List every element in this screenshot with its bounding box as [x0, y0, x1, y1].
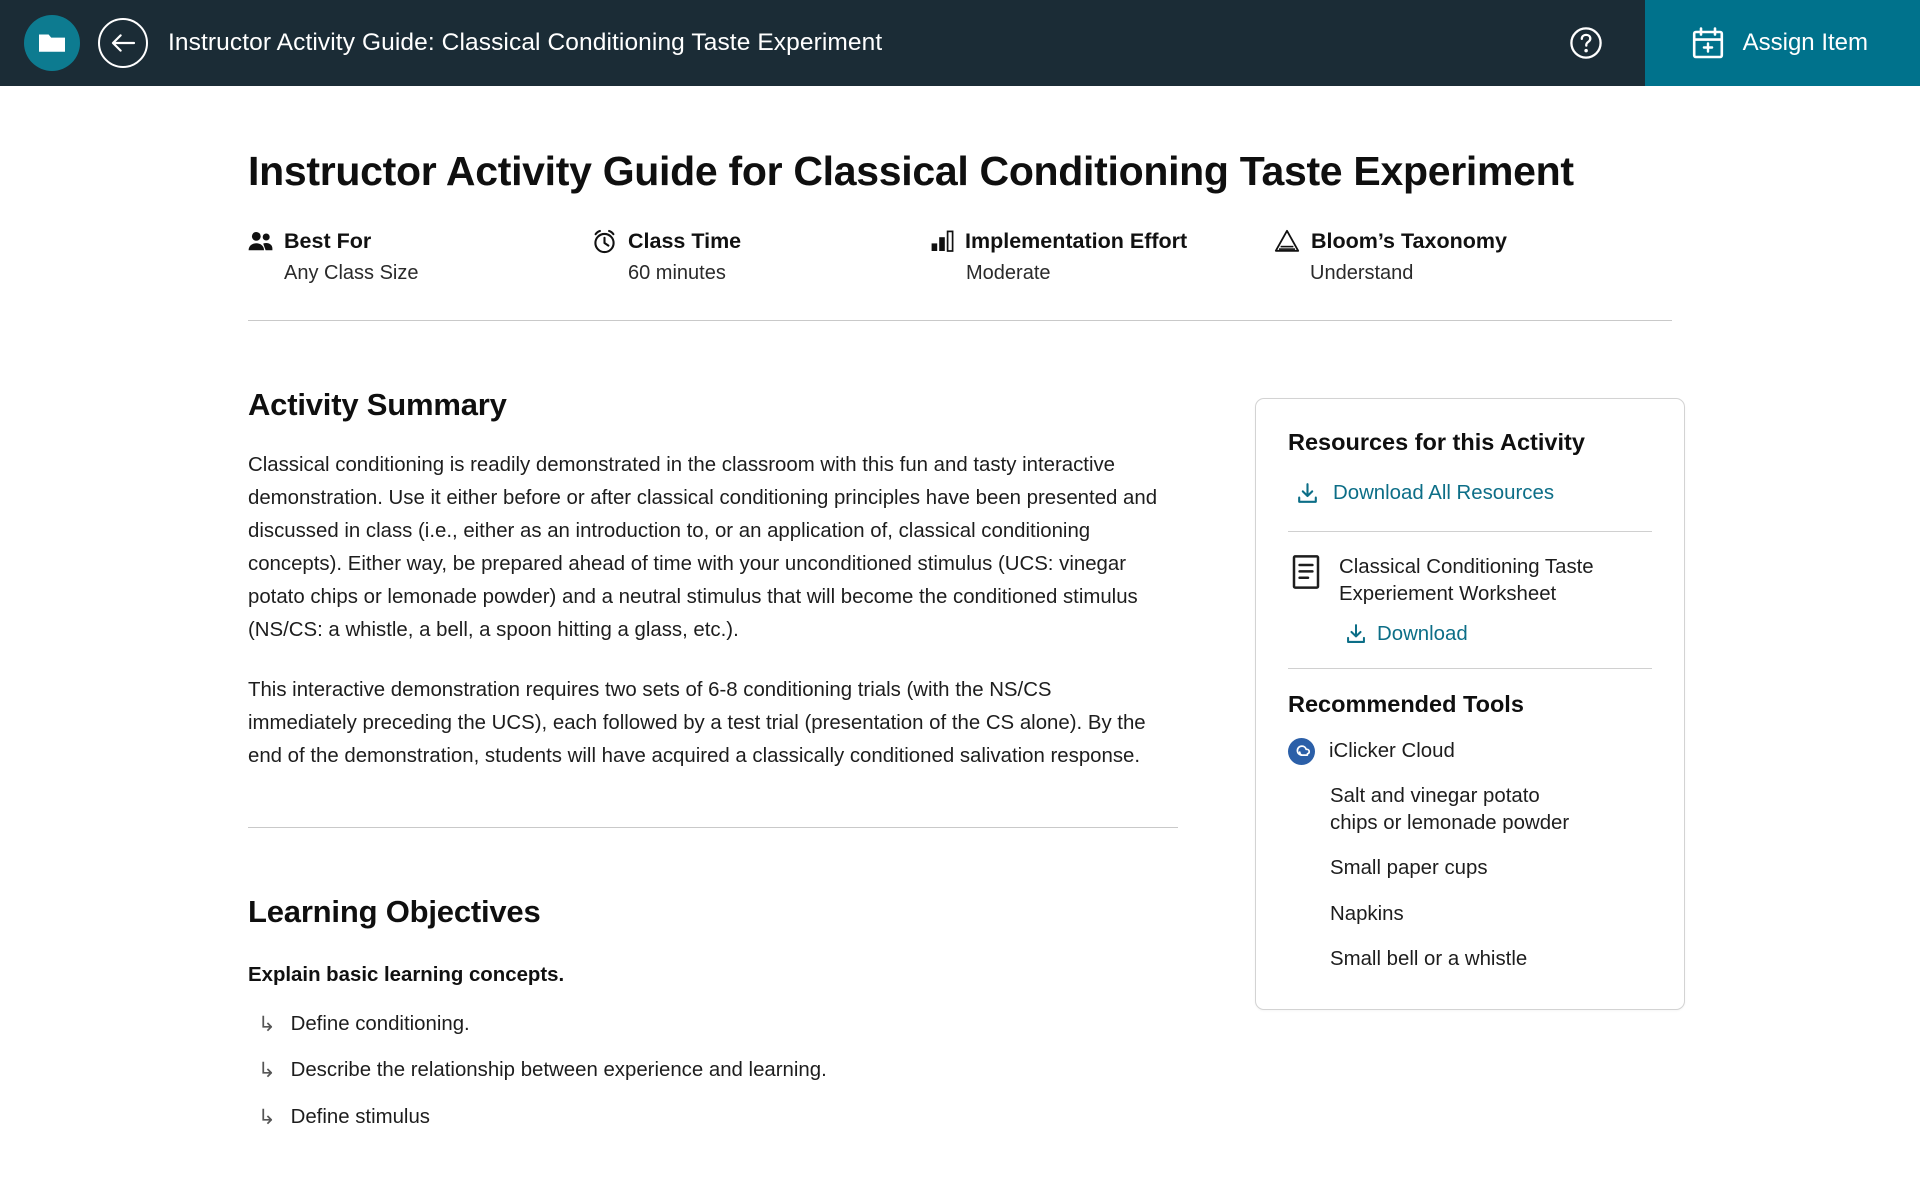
- page-body: Instructor Activity Guide for Classical …: [0, 148, 1920, 1141]
- cloud-icon: [1288, 737, 1315, 765]
- activity-summary-heading: Activity Summary: [248, 386, 507, 422]
- meta-blooms-taxonomy: Bloom’s Taxonomy Understand: [1274, 229, 1574, 285]
- list-item: Small bell or a whistle: [1330, 947, 1528, 970]
- calendar-plus-icon: [1691, 26, 1725, 60]
- tool-item-iclicker-cloud[interactable]: iClicker Cloud: [1288, 737, 1652, 765]
- resource-item: Classical Conditioning Taste Experiement…: [1288, 554, 1652, 609]
- tool-name: iClicker Cloud: [1329, 739, 1455, 762]
- header-left-group: Instructor Activity Guide: Classical Con…: [0, 0, 1527, 86]
- card-divider: [1288, 530, 1652, 532]
- back-button[interactable]: [98, 18, 148, 68]
- list-item: ↳ Define stimulus: [248, 1094, 1163, 1141]
- card-divider: [1288, 667, 1652, 669]
- list-item: Salt and vinegar potato chips or lemonad…: [1330, 784, 1570, 834]
- activity-summary-paragraph-2: This interactive demonstration requires …: [248, 679, 1146, 768]
- meta-value: Moderate: [966, 261, 1051, 284]
- pyramid-icon: [1274, 229, 1300, 253]
- app-header: Instructor Activity Guide: Classical Con…: [0, 0, 1920, 86]
- meta-value: Any Class Size: [284, 261, 419, 284]
- objective-group-title: Explain basic learning concepts.: [248, 964, 565, 987]
- arrow-left-icon: [110, 31, 136, 55]
- meta-header: Bloom’s Taxonomy: [1274, 229, 1574, 254]
- corner-arrow-icon: ↳: [258, 1104, 276, 1129]
- header-title: Instructor Activity Guide: Classical Con…: [168, 29, 883, 56]
- meta-label: Best For: [284, 228, 372, 253]
- learning-objectives-heading: Learning Objectives: [248, 894, 541, 930]
- meta-label: Implementation Effort: [965, 228, 1188, 253]
- activity-summary-paragraph-1: Classical conditioning is readily demons…: [248, 453, 1158, 642]
- document-icon: [1290, 554, 1322, 590]
- corner-arrow-icon: ↳: [258, 1011, 276, 1036]
- meta-header: Implementation Effort: [930, 229, 1274, 254]
- help-button[interactable]: [1527, 0, 1645, 86]
- resource-name: Classical Conditioning Taste Experiement…: [1339, 555, 1594, 606]
- meta-class-time: Class Time 60 minutes: [592, 229, 930, 285]
- list-item: ↳ Define conditioning.: [248, 1001, 1163, 1048]
- download-all-resources-label: Download All Resources: [1333, 481, 1555, 504]
- resources-card-title: Resources for this Activity: [1288, 428, 1585, 455]
- resources-card: Resources for this Activity Download All…: [1255, 397, 1685, 1011]
- download-resource-label: Download: [1377, 622, 1468, 645]
- meta-best-for: Best For Any Class Size: [248, 229, 592, 285]
- objectives-list: ↳ Define conditioning. ↳ Describe the re…: [248, 1001, 1163, 1141]
- app-logo[interactable]: [24, 15, 80, 71]
- content-columns: Activity Summary Classical conditioning …: [248, 321, 1685, 1141]
- assign-item-label: Assign Item: [1742, 29, 1868, 56]
- supplies-list: Salt and vinegar potato chips or lemonad…: [1288, 783, 1652, 974]
- download-icon: [1296, 482, 1319, 505]
- alarm-clock-icon: [592, 229, 617, 254]
- content-wrapper: Instructor Activity Guide for Classical …: [240, 148, 1685, 1141]
- list-item: Small paper cups: [1330, 857, 1488, 880]
- meta-header: Best For: [248, 229, 592, 254]
- main-column: Activity Summary Classical conditioning …: [248, 321, 1183, 1141]
- meta-implementation-effort: Implementation Effort Moderate: [930, 229, 1274, 285]
- list-item: Napkins: [1330, 902, 1404, 925]
- meta-label: Class Time: [628, 228, 742, 253]
- recommended-tools-title: Recommended Tools: [1288, 690, 1524, 717]
- bar-chart-icon: [930, 229, 954, 253]
- objective-text: Describe the relationship between experi…: [290, 1059, 827, 1082]
- assign-item-button[interactable]: Assign Item: [1644, 0, 1920, 86]
- objective-text: Define conditioning.: [290, 1012, 470, 1035]
- people-icon: [248, 230, 273, 252]
- download-all-resources-link[interactable]: Download All Resources: [1288, 478, 1652, 509]
- meta-label: Bloom’s Taxonomy: [1311, 228, 1507, 253]
- activity-metadata-row: Best For Any Class Size Class Time 60 mi…: [248, 229, 1672, 285]
- page-title: Instructor Activity Guide for Classical …: [248, 148, 1574, 194]
- meta-header: Class Time: [592, 229, 930, 254]
- objective-text: Define stimulus: [290, 1105, 430, 1128]
- folder-icon: [38, 31, 66, 55]
- meta-value: Understand: [1310, 261, 1414, 284]
- list-item: ↳ Describe the relationship between expe…: [248, 1048, 1163, 1095]
- sidebar-column: Resources for this Activity Download All…: [1255, 321, 1685, 1011]
- section-divider: [248, 827, 1178, 829]
- meta-value: 60 minutes: [628, 261, 726, 284]
- corner-arrow-icon: ↳: [258, 1058, 276, 1083]
- help-circle-icon: [1569, 26, 1603, 60]
- download-icon: [1345, 623, 1367, 645]
- download-resource-link[interactable]: Download: [1345, 623, 1652, 646]
- header-right-group: Assign Item: [1527, 0, 1920, 86]
